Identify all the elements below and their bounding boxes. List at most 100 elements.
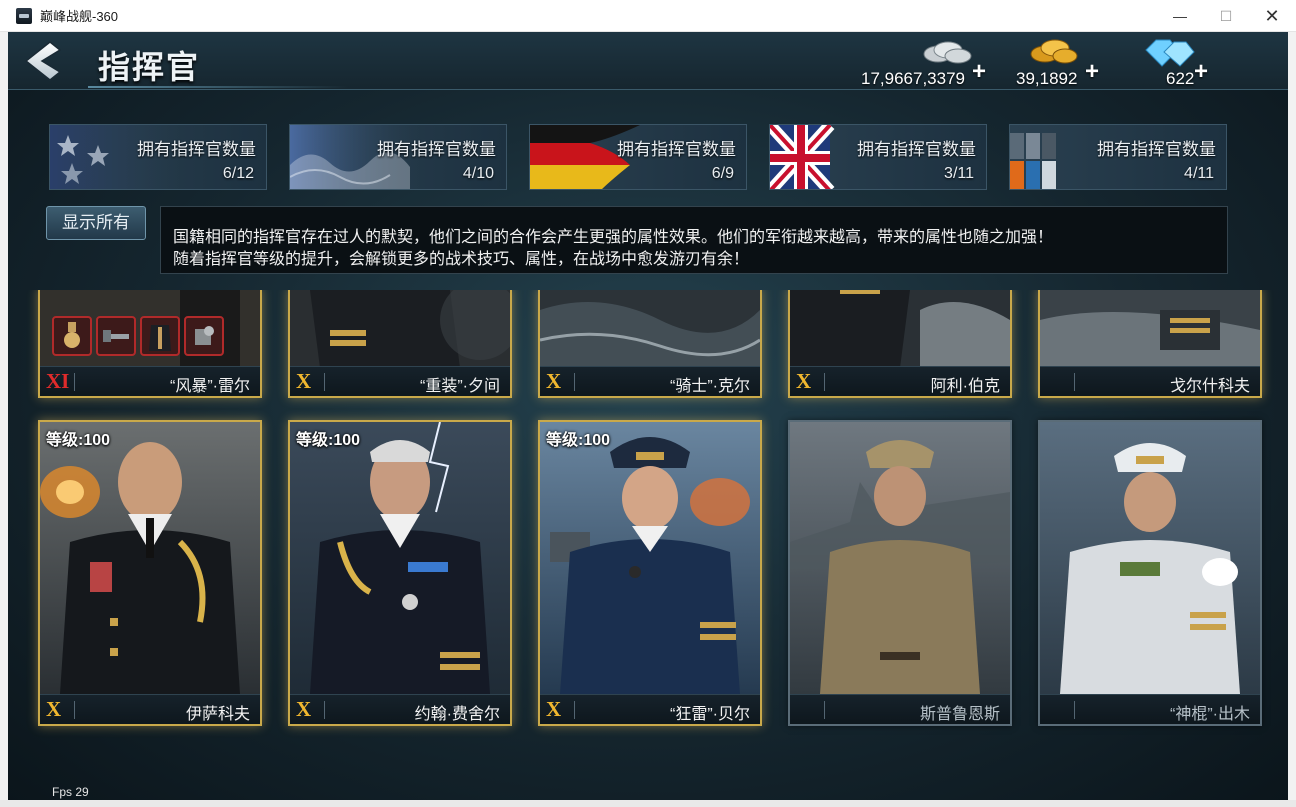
nation-count: 4/11 bbox=[1184, 165, 1214, 182]
commander-name: “重装”·夕间 bbox=[420, 378, 500, 395]
commander-card-grid[interactable]: XI “风暴”·雷尔 X “重装”·夕间 X “骑士”·克尔 X 阿利·伯克 戈… bbox=[8, 290, 1288, 750]
add-gold-button[interactable]: + bbox=[1085, 58, 1099, 86]
card-footer: X “重装”·夕间 bbox=[290, 366, 510, 396]
commander-name: “骑士”·克尔 bbox=[670, 378, 750, 395]
level-label: 等级:100 bbox=[546, 432, 611, 449]
rank-separator bbox=[74, 373, 75, 391]
rank-badge: X bbox=[796, 369, 812, 393]
commander-name: “风暴”·雷尔 bbox=[170, 378, 250, 395]
info-line-2: 随着指挥官等级的提升，会解锁更多的战术技巧、属性，在战场中愈发游刃有余！ bbox=[173, 251, 750, 268]
rank-badge: X bbox=[296, 697, 312, 721]
diamond-resource: 622 + bbox=[1138, 36, 1228, 88]
commander-portrait bbox=[1040, 422, 1260, 694]
nation-label: 拥有指挥官数量 bbox=[617, 140, 736, 159]
silver-resource: 17,9667,3379 + bbox=[858, 36, 998, 88]
add-silver-button[interactable]: + bbox=[972, 58, 986, 86]
rank-separator bbox=[324, 373, 325, 391]
rank-badge: X bbox=[46, 697, 62, 721]
window-edge-right bbox=[1288, 32, 1296, 807]
gold-value: 39,1892 bbox=[1016, 69, 1078, 88]
top-bar: 指挥官 17,9667,3379 + 39,1892 + 622 + bbox=[8, 32, 1288, 90]
commander-card[interactable]: X “骑士”·克尔 bbox=[538, 290, 762, 398]
rank-separator bbox=[74, 701, 75, 719]
nation-tab-soviet[interactable]: 拥有指挥官数量 4/11 bbox=[1009, 124, 1227, 190]
close-button[interactable]: ✕ bbox=[1249, 0, 1295, 32]
add-diamond-button[interactable]: + bbox=[1194, 58, 1208, 86]
silver-value: 17,9667,3379 bbox=[861, 69, 965, 88]
level-label: 等级:100 bbox=[46, 432, 111, 449]
silver-coins-icon bbox=[923, 41, 972, 64]
back-arrow-icon[interactable] bbox=[20, 40, 70, 82]
commander-portrait bbox=[540, 422, 760, 694]
nation-count: 6/12 bbox=[222, 165, 254, 182]
nation-label: 拥有指挥官数量 bbox=[1097, 140, 1216, 159]
commander-card[interactable]: 等级:100 X 伊萨科夫 bbox=[38, 420, 262, 726]
commander-card[interactable]: 戈尔什科夫 bbox=[1038, 290, 1262, 398]
card-footer: 斯普鲁恩斯 bbox=[790, 694, 1010, 724]
card-footer: X 伊萨科夫 bbox=[40, 694, 260, 724]
commander-name: 斯普鲁恩斯 bbox=[919, 706, 1000, 723]
rank-badge: X bbox=[546, 697, 562, 721]
page-title: 指挥官 bbox=[98, 49, 201, 85]
commander-portrait bbox=[540, 290, 760, 368]
commander-name: 约翰·费舍尔 bbox=[414, 706, 500, 723]
card-footer: X 阿利·伯克 bbox=[790, 366, 1010, 396]
card-footer: X “骑士”·克尔 bbox=[540, 366, 760, 396]
fps-counter: Fps 29 bbox=[52, 785, 89, 799]
commander-card[interactable]: 等级:100 X “狂雷”·贝尔 bbox=[538, 420, 762, 726]
commander-card[interactable]: XI “风暴”·雷尔 bbox=[38, 290, 262, 398]
card-footer: 戈尔什科夫 bbox=[1040, 366, 1260, 396]
commander-card[interactable]: X 阿利·伯克 bbox=[788, 290, 1012, 398]
rank-separator bbox=[574, 701, 575, 719]
nation-count: 6/9 bbox=[711, 165, 734, 182]
commander-portrait bbox=[790, 422, 1010, 694]
card-footer: “神棍”·出木 bbox=[1040, 694, 1260, 724]
minimize-button[interactable]: — bbox=[1157, 0, 1203, 32]
skill-icons bbox=[52, 316, 232, 358]
gold-resource: 39,1892 + bbox=[1013, 36, 1123, 88]
rank-badge: X bbox=[546, 369, 562, 393]
nation-tab-germany[interactable]: 拥有指挥官数量 6/9 bbox=[529, 124, 747, 190]
game-viewport: 指挥官 17,9667,3379 + 39,1892 + 622 + 拥有指挥官… bbox=[8, 32, 1288, 802]
app-icon bbox=[16, 7, 32, 24]
commander-card[interactable]: 斯普鲁恩斯 bbox=[788, 420, 1012, 726]
gear-skill-icon[interactable] bbox=[184, 316, 224, 356]
card-footer: X “狂雷”·贝尔 bbox=[540, 694, 760, 724]
card-footer: X 约翰·费舍尔 bbox=[290, 694, 510, 724]
rank-separator bbox=[324, 701, 325, 719]
commander-card[interactable]: 等级:100 X 约翰·费舍尔 bbox=[288, 420, 512, 726]
show-all-button[interactable]: 显示所有 bbox=[46, 206, 146, 240]
nation-tab-uk[interactable]: 拥有指挥官数量 3/11 bbox=[769, 124, 987, 190]
window-title: 巅峰战舰-360 bbox=[40, 9, 119, 24]
commander-name: “狂雷”·贝尔 bbox=[670, 706, 750, 723]
commander-portrait bbox=[290, 422, 510, 694]
title-underline bbox=[88, 86, 348, 88]
commander-portrait bbox=[290, 290, 510, 368]
commander-card[interactable]: X “重装”·夕间 bbox=[288, 290, 512, 398]
nation-tab-japan[interactable]: 拥有指挥官数量 4/10 bbox=[289, 124, 507, 190]
maximize-button[interactable]: ☐ bbox=[1203, 0, 1249, 32]
commander-card[interactable]: “神棍”·出木 bbox=[1038, 420, 1262, 726]
window-bottom-edge bbox=[0, 800, 1296, 807]
level-label: 等级:100 bbox=[296, 432, 361, 449]
nation-count: 4/10 bbox=[462, 165, 494, 182]
nation-count: 3/11 bbox=[944, 165, 974, 182]
commander-portrait bbox=[1040, 290, 1260, 368]
card-footer: XI “风暴”·雷尔 bbox=[40, 366, 260, 396]
nation-label: 拥有指挥官数量 bbox=[377, 140, 496, 159]
nation-label: 拥有指挥官数量 bbox=[857, 140, 976, 159]
medal-skill-icon[interactable] bbox=[52, 316, 92, 356]
commander-portrait bbox=[790, 290, 1010, 368]
rank-separator bbox=[1074, 701, 1075, 719]
info-box: 国籍相同的指挥官存在过人的默契，他们之间的合作会产生更强的属性效果。他们的军衔越… bbox=[160, 206, 1228, 274]
rank-separator bbox=[824, 701, 825, 719]
window-titlebar: 巅峰战舰-360 — ☐ ✕ bbox=[0, 0, 1296, 32]
commander-name: 伊萨科夫 bbox=[185, 706, 250, 723]
nation-tab-usa[interactable]: 拥有指挥官数量 6/12 bbox=[49, 124, 267, 190]
rank-badge: XI bbox=[46, 369, 70, 393]
uniform-skill-icon[interactable] bbox=[140, 316, 180, 356]
weapon-skill-icon[interactable] bbox=[96, 316, 136, 356]
diamond-value: 622 bbox=[1166, 69, 1195, 88]
rank-separator bbox=[574, 373, 575, 391]
rank-separator bbox=[824, 373, 825, 391]
